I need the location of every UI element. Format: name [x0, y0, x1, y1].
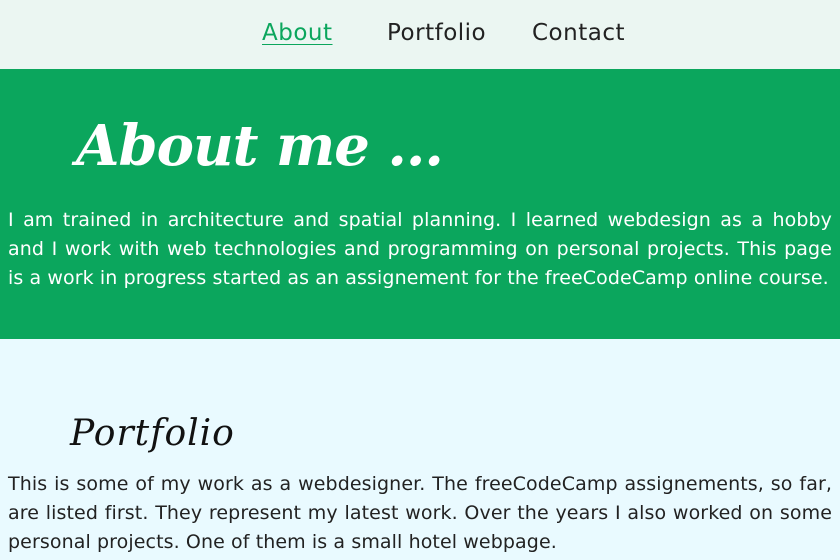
- portfolio-text: This is some of my work as a webdesigner…: [8, 473, 832, 553]
- portfolio-title: Portfolio: [70, 413, 235, 454]
- top-navigation: About Portfolio Contact: [0, 0, 840, 69]
- about-title: About me ...: [76, 113, 444, 179]
- nav-link-contact[interactable]: Contact: [532, 20, 625, 46]
- about-section: About me ... I am trained in architectur…: [0, 69, 840, 339]
- nav-link-portfolio[interactable]: Portfolio: [387, 20, 486, 46]
- portfolio-section: Portfolio This is some of my work as a w…: [0, 339, 840, 560]
- nav-link-about[interactable]: About: [262, 20, 333, 46]
- about-text: I am trained in architecture and spatial…: [8, 209, 832, 289]
